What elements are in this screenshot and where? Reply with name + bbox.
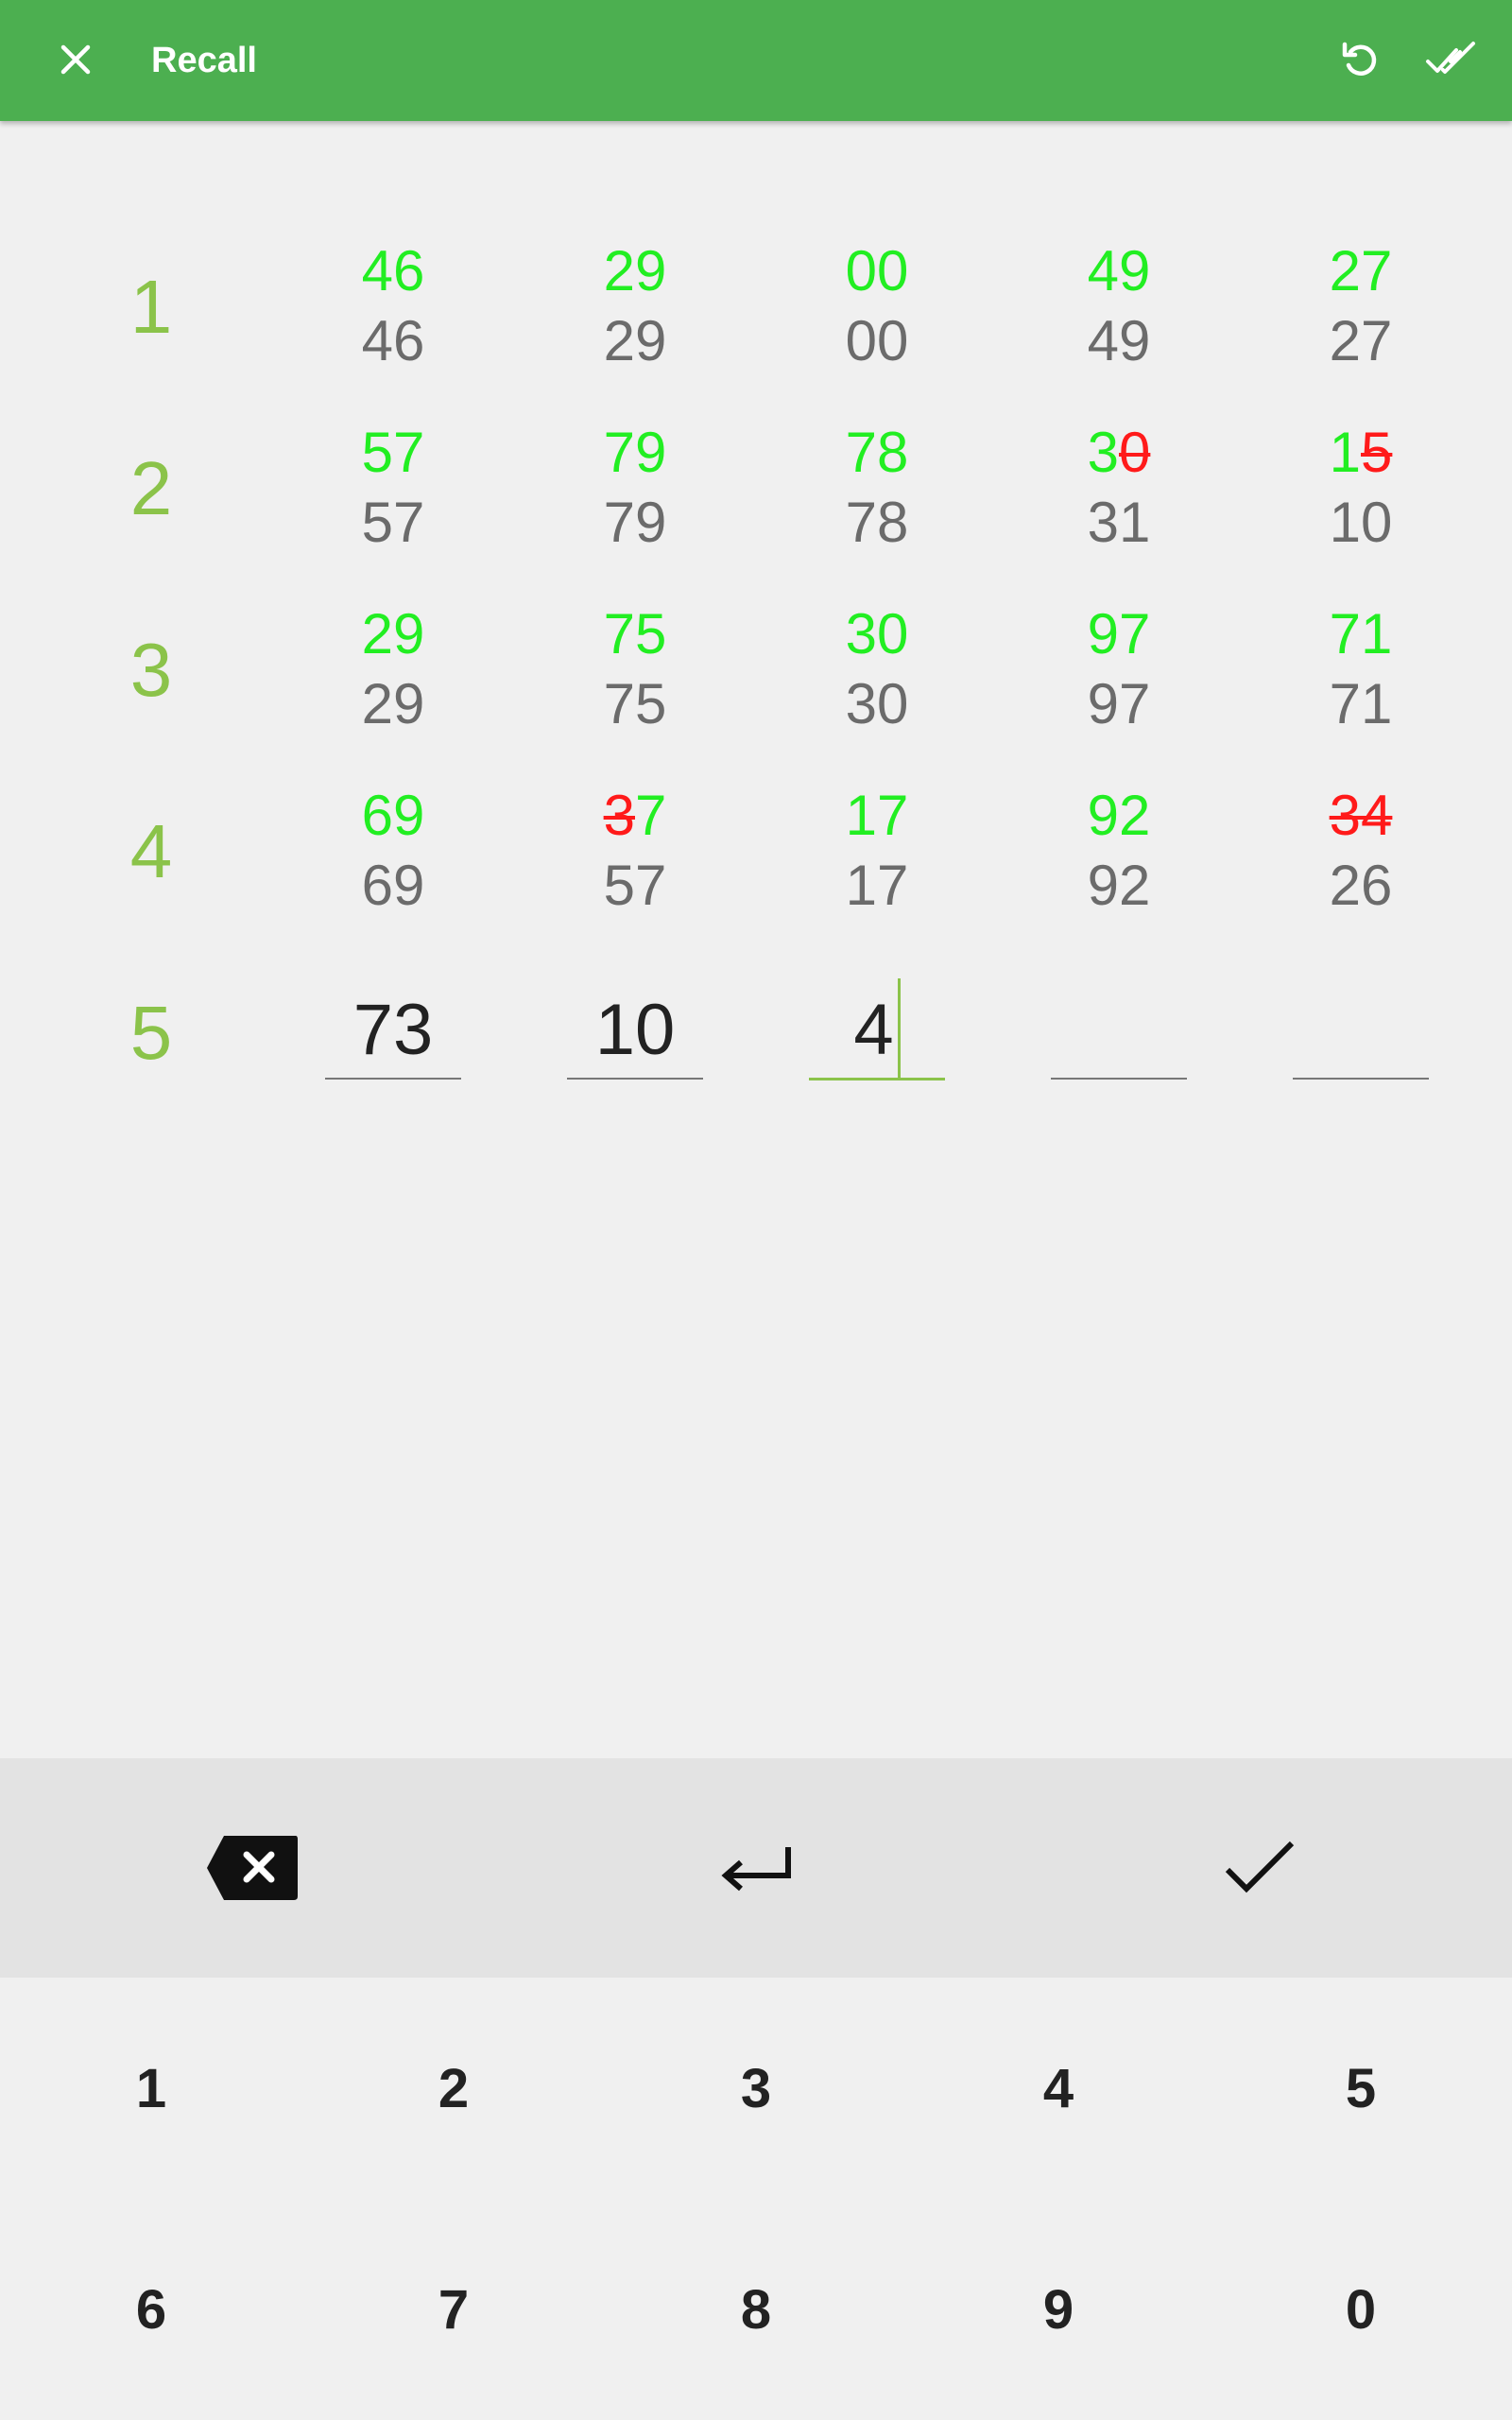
- expected-value: 30: [1034, 418, 1204, 488]
- grid-cell: 29 29: [308, 599, 478, 739]
- grid-cell: 79 79: [550, 418, 720, 558]
- correct-digit: 3: [1087, 421, 1119, 484]
- key-9[interactable]: 9: [907, 2199, 1210, 2420]
- answer-value: 29: [361, 672, 425, 735]
- grid-cell: 29 29: [550, 236, 720, 376]
- enter-icon[interactable]: [504, 1758, 1007, 1978]
- key-3[interactable]: 3: [605, 1978, 907, 2199]
- grid-cell: 34 26: [1276, 781, 1446, 921]
- expected-value: 15: [1276, 418, 1446, 488]
- answer-value: 71: [1329, 672, 1393, 735]
- grid-cell: 27 27: [1276, 236, 1446, 376]
- answer-value: 97: [1087, 672, 1151, 735]
- grid-cell: 17 17: [792, 781, 962, 921]
- digit-input[interactable]: 10: [567, 983, 703, 1080]
- digit-input[interactable]: 73: [325, 983, 461, 1080]
- key-5[interactable]: 5: [1210, 1978, 1512, 2199]
- answer-value: 57: [603, 854, 667, 917]
- digit-input[interactable]: [1051, 983, 1187, 1080]
- grid-cell: 30 31: [1034, 418, 1204, 558]
- expected-value: 79: [603, 421, 667, 484]
- expected-value: 69: [361, 784, 425, 847]
- row-label: 3: [129, 628, 173, 712]
- expected-value: 92: [1087, 784, 1151, 847]
- expected-value: 30: [845, 602, 909, 666]
- answer-value: 57: [361, 491, 425, 554]
- grid-cell: 92 92: [1034, 781, 1204, 921]
- expected-value: 29: [361, 602, 425, 666]
- expected-value: 00: [845, 239, 909, 302]
- done-all-icon[interactable]: [1422, 31, 1479, 88]
- key-4[interactable]: 4: [907, 1978, 1210, 2199]
- answer-value: 92: [1087, 854, 1151, 917]
- answer-value: 78: [845, 491, 909, 554]
- key-1[interactable]: 1: [0, 1978, 302, 2199]
- undo-icon[interactable]: [1332, 31, 1389, 88]
- answer-value: 10: [1329, 491, 1393, 554]
- answer-value: 30: [845, 672, 909, 735]
- answer-value: 26: [1329, 854, 1393, 917]
- grid-cell: 57 57: [308, 418, 478, 558]
- expected-value: 27: [1329, 239, 1393, 302]
- expected-value: 75: [603, 602, 667, 666]
- input-value: 4: [853, 990, 894, 1070]
- row-label: 1: [129, 265, 173, 349]
- answer-value: 29: [603, 309, 667, 372]
- wrong-digit: 5: [1361, 421, 1393, 484]
- answer-value: 75: [603, 672, 667, 735]
- expected-value: 37: [550, 781, 720, 851]
- answer-value: 27: [1329, 309, 1393, 372]
- backspace-icon[interactable]: [0, 1758, 504, 1978]
- wrong-digit: 3: [603, 784, 635, 847]
- expected-value: 34: [1276, 781, 1446, 851]
- answer-value: 31: [1087, 491, 1151, 554]
- digit-input-active[interactable]: 4: [809, 977, 945, 1080]
- key-6[interactable]: 6: [0, 2199, 302, 2420]
- grid-cell: 69 69: [308, 781, 478, 921]
- grid-cell: 00 00: [792, 236, 962, 376]
- grid-cell: 30 30: [792, 599, 962, 739]
- text-caret: [897, 977, 901, 1080]
- check-icon[interactable]: [1007, 1758, 1511, 1978]
- wrong-digit: 0: [1119, 421, 1151, 484]
- key-0[interactable]: 0: [1210, 2199, 1512, 2420]
- keyboard-toolbar: [0, 1758, 1512, 1978]
- key-7[interactable]: 7: [302, 2199, 605, 2420]
- page-title: Recall: [151, 41, 257, 80]
- grid-cell: 46 46: [308, 236, 478, 376]
- key-2[interactable]: 2: [302, 1978, 605, 2199]
- answer-value: 00: [845, 309, 909, 372]
- row-label: 5: [129, 991, 173, 1075]
- app-bar: Recall: [0, 0, 1512, 121]
- close-icon[interactable]: [47, 31, 104, 88]
- grid-cell: 49 49: [1034, 236, 1204, 376]
- expected-value: 78: [845, 421, 909, 484]
- expected-value: 49: [1087, 239, 1151, 302]
- row-label: 2: [129, 446, 173, 530]
- expected-value: 71: [1329, 602, 1393, 666]
- grid-cell: 97 97: [1034, 599, 1204, 739]
- correct-digit: 7: [635, 784, 667, 847]
- expected-value: 17: [845, 784, 909, 847]
- answer-value: 79: [603, 491, 667, 554]
- correct-digit: 1: [1329, 421, 1361, 484]
- grid-cell: 78 78: [792, 418, 962, 558]
- grid-cell: 75 75: [550, 599, 720, 739]
- expected-value: 46: [361, 239, 425, 302]
- expected-value: 29: [603, 239, 667, 302]
- grid-cell: 15 10: [1276, 418, 1446, 558]
- wrong-digit: 34: [1329, 784, 1393, 847]
- answer-value: 46: [361, 309, 425, 372]
- numeric-keypad: 1 2 3 4 5 6 7 8 9 0: [0, 1978, 1512, 2420]
- expected-value: 97: [1087, 602, 1151, 666]
- grid-cell: 71 71: [1276, 599, 1446, 739]
- grid-cell: 37 57: [550, 781, 720, 921]
- answer-value: 49: [1087, 309, 1151, 372]
- row-label: 4: [129, 809, 173, 893]
- expected-value: 57: [361, 421, 425, 484]
- answer-value: 69: [361, 854, 425, 917]
- digit-input[interactable]: [1293, 983, 1429, 1080]
- answer-value: 17: [845, 854, 909, 917]
- key-8[interactable]: 8: [605, 2199, 907, 2420]
